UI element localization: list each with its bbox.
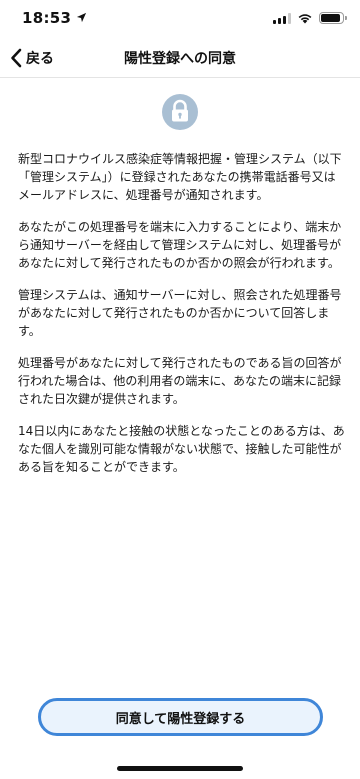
home-indicator[interactable] <box>117 766 243 771</box>
consent-paragraph: 新型コロナウイルス感染症等情報把握・管理システム（以下「管理システム」）に登録さ… <box>18 152 342 202</box>
agree-register-button[interactable]: 同意して陽性登録する <box>38 698 323 736</box>
cellular-signal-icon <box>273 12 291 24</box>
navigation-bar: 戻る 陽性登録への同意 <box>0 38 360 78</box>
location-arrow-icon <box>76 12 87 23</box>
consent-paragraph: 管理システムは、通知サーバーに対し、照会された処理番号があなたに対して発行された… <box>18 288 342 338</box>
consent-text: 新型コロナウイルス感染症等情報把握・管理システム（以下「管理システム」）に登録さ… <box>18 150 345 490</box>
consent-paragraph: 14日以内にあなたと接触の状態となったことのある方は、あなた個人を識別可能な情報… <box>18 424 345 474</box>
page-title: 陽性登録への同意 <box>124 51 236 67</box>
consent-paragraph: あなたがこの処理番号を端末に入力することにより、端末から通知サーバーを経由して管… <box>18 220 342 270</box>
consent-paragraph: 処理番号があなたに対して発行されたものである旨の回答が行われた場合は、他の利用者… <box>18 356 342 406</box>
battery-icon <box>319 12 347 24</box>
wifi-icon <box>298 14 312 24</box>
battery-level <box>321 14 340 22</box>
lock-icon <box>162 94 198 130</box>
status-time: 18:53 <box>22 9 72 27</box>
status-bar: 18:53 <box>0 0 360 38</box>
status-indicators <box>273 12 347 24</box>
